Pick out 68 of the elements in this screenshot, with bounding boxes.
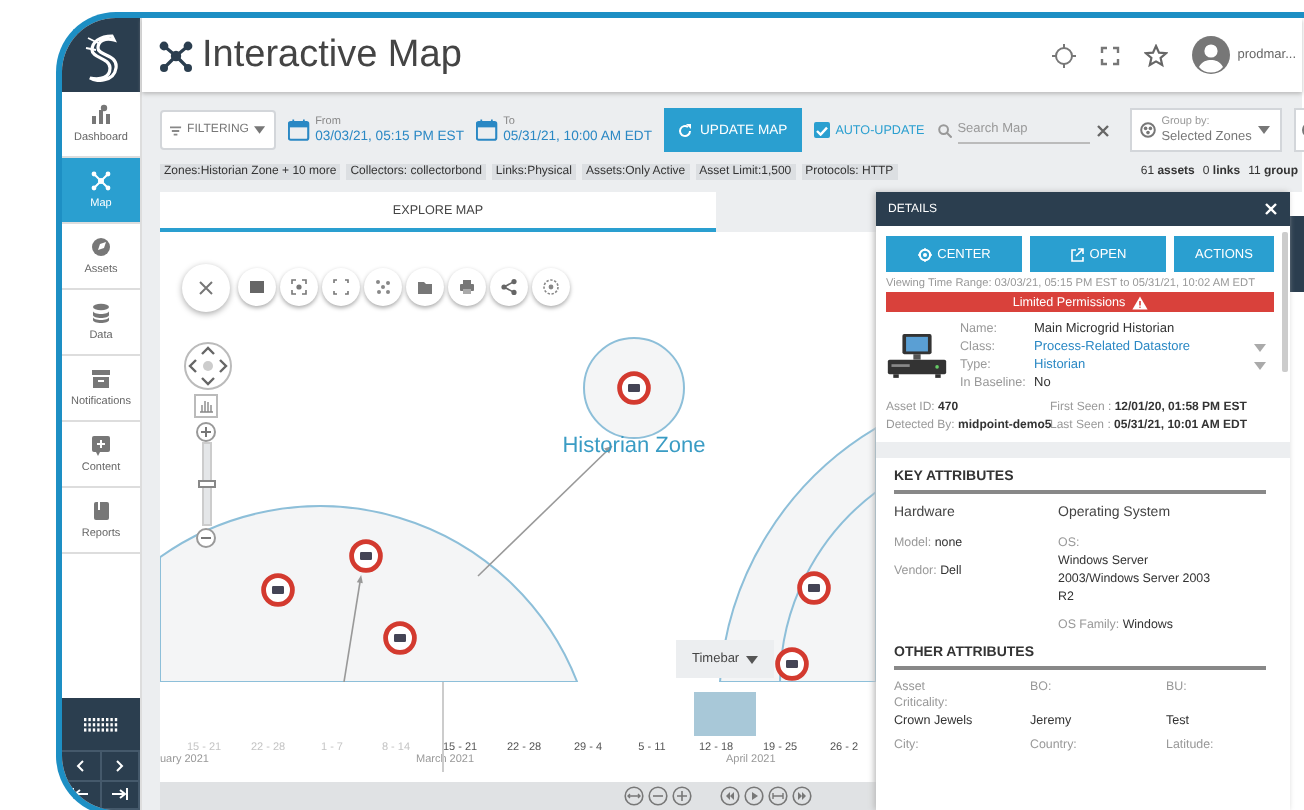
zone-label: Historian Zone bbox=[562, 434, 706, 458]
map-tool-button[interactable] bbox=[532, 268, 570, 306]
fullscreen-icon[interactable] bbox=[1099, 45, 1120, 65]
database-icon bbox=[90, 302, 112, 324]
clear-icon[interactable] bbox=[1095, 123, 1110, 137]
map-tool-button[interactable] bbox=[238, 268, 276, 306]
focus-icon bbox=[290, 278, 308, 296]
play-icon[interactable] bbox=[744, 786, 764, 806]
zoom-in-icon[interactable] bbox=[196, 422, 216, 442]
fit-width-icon[interactable] bbox=[624, 786, 644, 806]
arrow-to-start-icon[interactable] bbox=[72, 788, 89, 801]
refresh-icon bbox=[678, 123, 692, 137]
close-icon[interactable] bbox=[1264, 202, 1278, 216]
step-icon[interactable] bbox=[768, 786, 788, 806]
book-icon bbox=[90, 500, 112, 522]
close-map-tools-button[interactable] bbox=[182, 264, 230, 312]
zoom-out-icon[interactable] bbox=[196, 528, 216, 548]
check-icon bbox=[815, 125, 828, 135]
filter-icon bbox=[170, 125, 182, 135]
rewind-icon[interactable] bbox=[720, 786, 740, 806]
group-icon bbox=[1139, 122, 1156, 138]
crosshair-icon bbox=[917, 247, 932, 261]
archive-icon bbox=[90, 368, 112, 390]
caret-icon bbox=[254, 126, 266, 134]
map-tool-button[interactable] bbox=[322, 268, 360, 306]
calendar-icon bbox=[476, 118, 498, 142]
folder-icon bbox=[416, 278, 434, 296]
zoom-out-icon[interactable] bbox=[648, 786, 668, 806]
map-tool-button[interactable] bbox=[448, 268, 486, 306]
page-title: Interactive Map bbox=[202, 33, 462, 77]
map-tool-button[interactable] bbox=[280, 268, 318, 306]
chevron-left-icon[interactable] bbox=[76, 759, 85, 772]
caret-icon bbox=[745, 655, 758, 663]
calendar-icon bbox=[288, 118, 310, 142]
close-icon bbox=[198, 280, 214, 296]
chart-icon bbox=[90, 104, 112, 126]
auto-update-checkbox[interactable] bbox=[813, 122, 830, 138]
expand-icon bbox=[332, 278, 350, 296]
zoom-slider[interactable] bbox=[202, 442, 212, 526]
target-icon bbox=[542, 278, 560, 296]
pan-control-icon[interactable] bbox=[184, 342, 232, 390]
share-icon bbox=[500, 278, 518, 296]
caret-icon bbox=[1257, 126, 1270, 134]
grid-icon[interactable] bbox=[84, 717, 118, 731]
map-tool-button[interactable] bbox=[364, 268, 402, 306]
computer-server-icon bbox=[886, 330, 948, 382]
plus-square-icon bbox=[90, 434, 112, 456]
avatar-icon[interactable] bbox=[1191, 36, 1230, 74]
search-icon bbox=[937, 123, 952, 137]
histogram-bar bbox=[694, 692, 756, 736]
fast-forward-icon[interactable] bbox=[792, 786, 812, 806]
link-arrow bbox=[343, 575, 363, 682]
external-link-icon bbox=[1069, 247, 1084, 261]
arrow-to-end-icon[interactable] bbox=[111, 788, 128, 801]
zoom-in-icon[interactable] bbox=[672, 786, 692, 806]
warning-icon bbox=[1131, 295, 1148, 309]
image-icon bbox=[248, 278, 266, 296]
star-icon[interactable] bbox=[1143, 43, 1168, 67]
compass-icon bbox=[90, 236, 112, 258]
scrollbar[interactable] bbox=[1282, 232, 1288, 372]
crosshair-icon[interactable] bbox=[1051, 43, 1076, 67]
scatter-icon bbox=[374, 278, 392, 296]
map-tool-button[interactable] bbox=[490, 268, 528, 306]
network-icon bbox=[90, 170, 112, 192]
print-icon bbox=[458, 278, 476, 296]
network-icon bbox=[158, 39, 194, 71]
chevron-right-icon[interactable] bbox=[115, 759, 124, 772]
map-tool-button[interactable] bbox=[406, 268, 444, 306]
